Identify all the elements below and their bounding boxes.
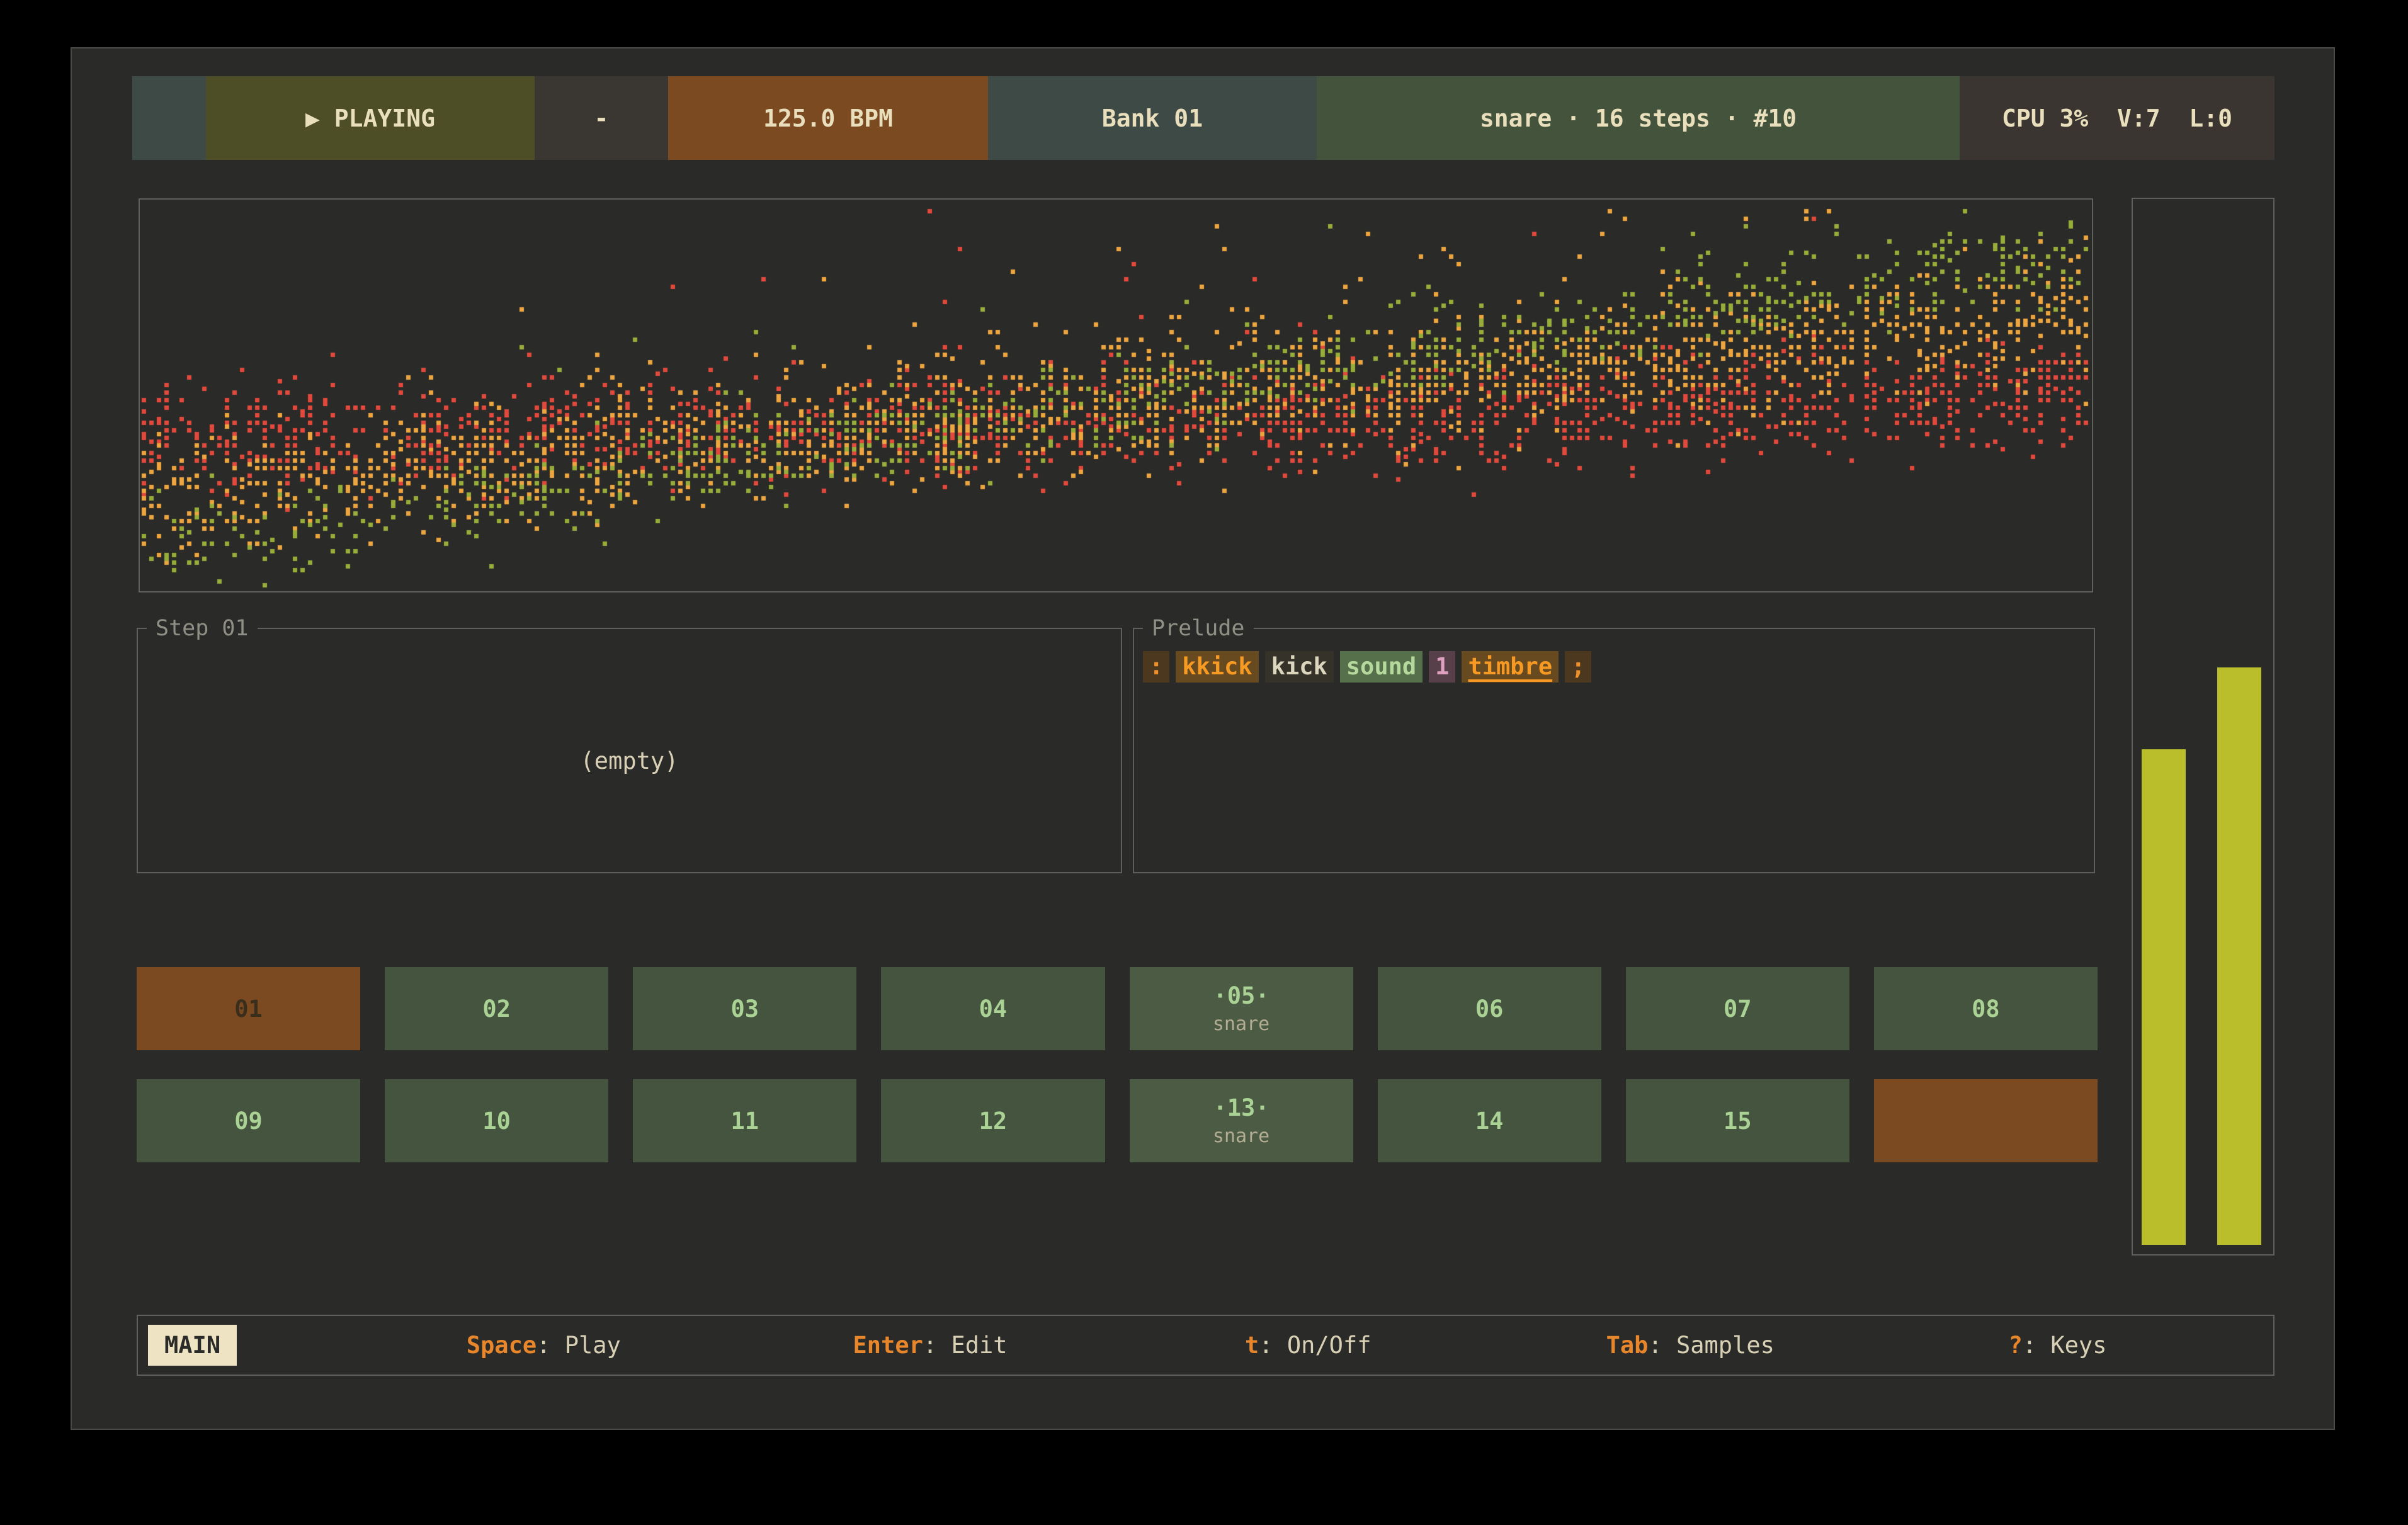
hotkey-onoff-desc: On/Off [1287,1332,1372,1359]
step-cell-number: 04 [979,995,1008,1023]
level-meter-bar-right [2217,667,2261,1245]
bpm-display[interactable]: 125.0 BPM [668,76,988,160]
step-cell-number: ·13· [1213,1094,1269,1121]
step-cell-15[interactable]: 15 [1626,1079,1849,1162]
play-icon-and-label: ▶ PLAYING [305,105,435,132]
prelude-token-3[interactable]: sound [1340,651,1423,683]
hotkey-keys-label: : [2023,1332,2051,1359]
prelude-token-1[interactable]: kkick [1176,651,1258,683]
step-cell-06[interactable]: 06 [1378,967,1601,1050]
step-cell-12[interactable]: 12 [881,1079,1105,1162]
step-cell-number: 10 [482,1108,511,1135]
step-cell-number: 01 [234,995,263,1023]
prelude-title: Prelude [1143,616,1254,641]
step-detail-empty: (empty) [138,747,1121,774]
step-cell-14[interactable]: 14 [1378,1079,1601,1162]
step-cell-07[interactable]: 07 [1626,967,1849,1050]
step-cell-11[interactable]: 11 [633,1079,856,1162]
hotkey-samples: Tab: Samples [1606,1316,1775,1375]
prelude-token-6[interactable]: ; [1565,651,1591,683]
hotkey-keys: ?: Keys [2009,1316,2107,1375]
step-cell-05[interactable]: ·05· snare [1130,967,1353,1050]
mode-badge: MAIN [148,1325,237,1366]
step-grid: 01 02 03 04 ·05· snare 06 07 08 09 10 11 12 ·13· snare… [137,967,2098,1162]
step-cell-09[interactable]: 09 [137,1079,360,1162]
step-detail-title: Step 01 [147,616,258,641]
hotkey-keys-key: ? [2009,1332,2023,1359]
hotkey-onoff-label: : [1259,1332,1287,1359]
step-cell-number: 06 [1475,995,1504,1023]
step-cell-01[interactable]: 01 [137,967,360,1050]
hotkey-edit-desc: Edit [951,1332,1007,1359]
top-status-bar: ▶ PLAYING - 125.0 BPM Bank 01 snare · 16… [132,76,2275,160]
bank-label: Bank 01 [1102,105,1203,132]
bank-display[interactable]: Bank 01 [988,76,1317,160]
step-cell-04[interactable]: 04 [881,967,1105,1050]
step-cell-13[interactable]: ·13· snare [1130,1079,1353,1162]
step-cell-16[interactable] [1874,1079,2098,1162]
hotkey-edit: Enter: Edit [853,1316,1008,1375]
prelude-token-2[interactable]: kick [1265,651,1334,683]
step-cell-08[interactable]: 08 [1874,967,2098,1050]
step-cell-number: ·05· [1213,982,1269,1009]
hotkey-onoff: t: On/Off [1245,1316,1372,1375]
transport-status[interactable]: ▶ PLAYING [206,76,535,160]
step-cell-number: 09 [234,1108,263,1135]
step-cell-sample: snare [1213,1013,1269,1035]
app-window: ▶ PLAYING - 125.0 BPM Bank 01 snare · 16… [71,47,2335,1430]
level-meter-bar-left [2142,749,2186,1245]
topbar-left-cap [132,76,206,160]
pattern-visualizer-panel [139,198,2093,592]
topbar-dash: - [535,76,668,160]
dash-label: - [594,105,609,132]
hotkey-play-label: : [537,1332,565,1359]
step-cell-sample: snare [1213,1125,1269,1147]
system-stats-label: CPU 3% V:7 L:0 [2002,105,2232,132]
hotkey-samples-label: : [1648,1332,1676,1359]
hotkey-onoff-key: t [1245,1332,1259,1359]
step-cell-number: 03 [731,995,759,1023]
prelude-panel: Prelude :kkickkicksound1timbre; [1133,616,2095,873]
step-detail-panel: Step 01 (empty) [137,616,1122,873]
pattern-visualizer-canvas [140,200,2092,591]
system-stats: CPU 3% V:7 L:0 [1960,76,2275,160]
bottom-hotkey-bar: MAIN Space: Play Enter: Edit t: On/Off T… [137,1315,2275,1376]
hotkey-keys-desc: Keys [2050,1332,2106,1359]
step-cell-number: 11 [731,1108,759,1135]
prelude-token-5[interactable]: timbre [1462,651,1559,683]
step-cell-number: 02 [482,995,511,1023]
hotkey-samples-desc: Samples [1676,1332,1775,1359]
bpm-label: 125.0 BPM [763,105,893,132]
step-cell-02[interactable]: 02 [385,967,608,1050]
step-cell-number: 08 [1972,995,2000,1023]
step-cell-10[interactable]: 10 [385,1079,608,1162]
step-cell-number: 15 [1724,1108,1752,1135]
step-cell-03[interactable]: 03 [633,967,856,1050]
prelude-token-0[interactable]: : [1143,651,1169,683]
track-info-label: snare · 16 steps · #10 [1480,105,1797,132]
step-cell-number: 12 [979,1108,1008,1135]
hotkey-edit-label: : [923,1332,951,1359]
track-info: snare · 16 steps · #10 [1317,76,1960,160]
prelude-code-line[interactable]: :kkickkicksound1timbre; [1134,641,2094,693]
hotkey-play-key: Space [467,1332,537,1359]
level-meter-panel [2132,198,2275,1256]
hotkey-play: Space: Play [467,1316,621,1375]
prelude-token-4[interactable]: 1 [1429,651,1455,683]
hotkey-samples-key: Tab [1606,1332,1649,1359]
step-cell-number: 07 [1724,995,1752,1023]
hotkey-play-desc: Play [565,1332,621,1359]
hotkey-edit-key: Enter [853,1332,923,1359]
step-cell-number: 14 [1475,1108,1504,1135]
